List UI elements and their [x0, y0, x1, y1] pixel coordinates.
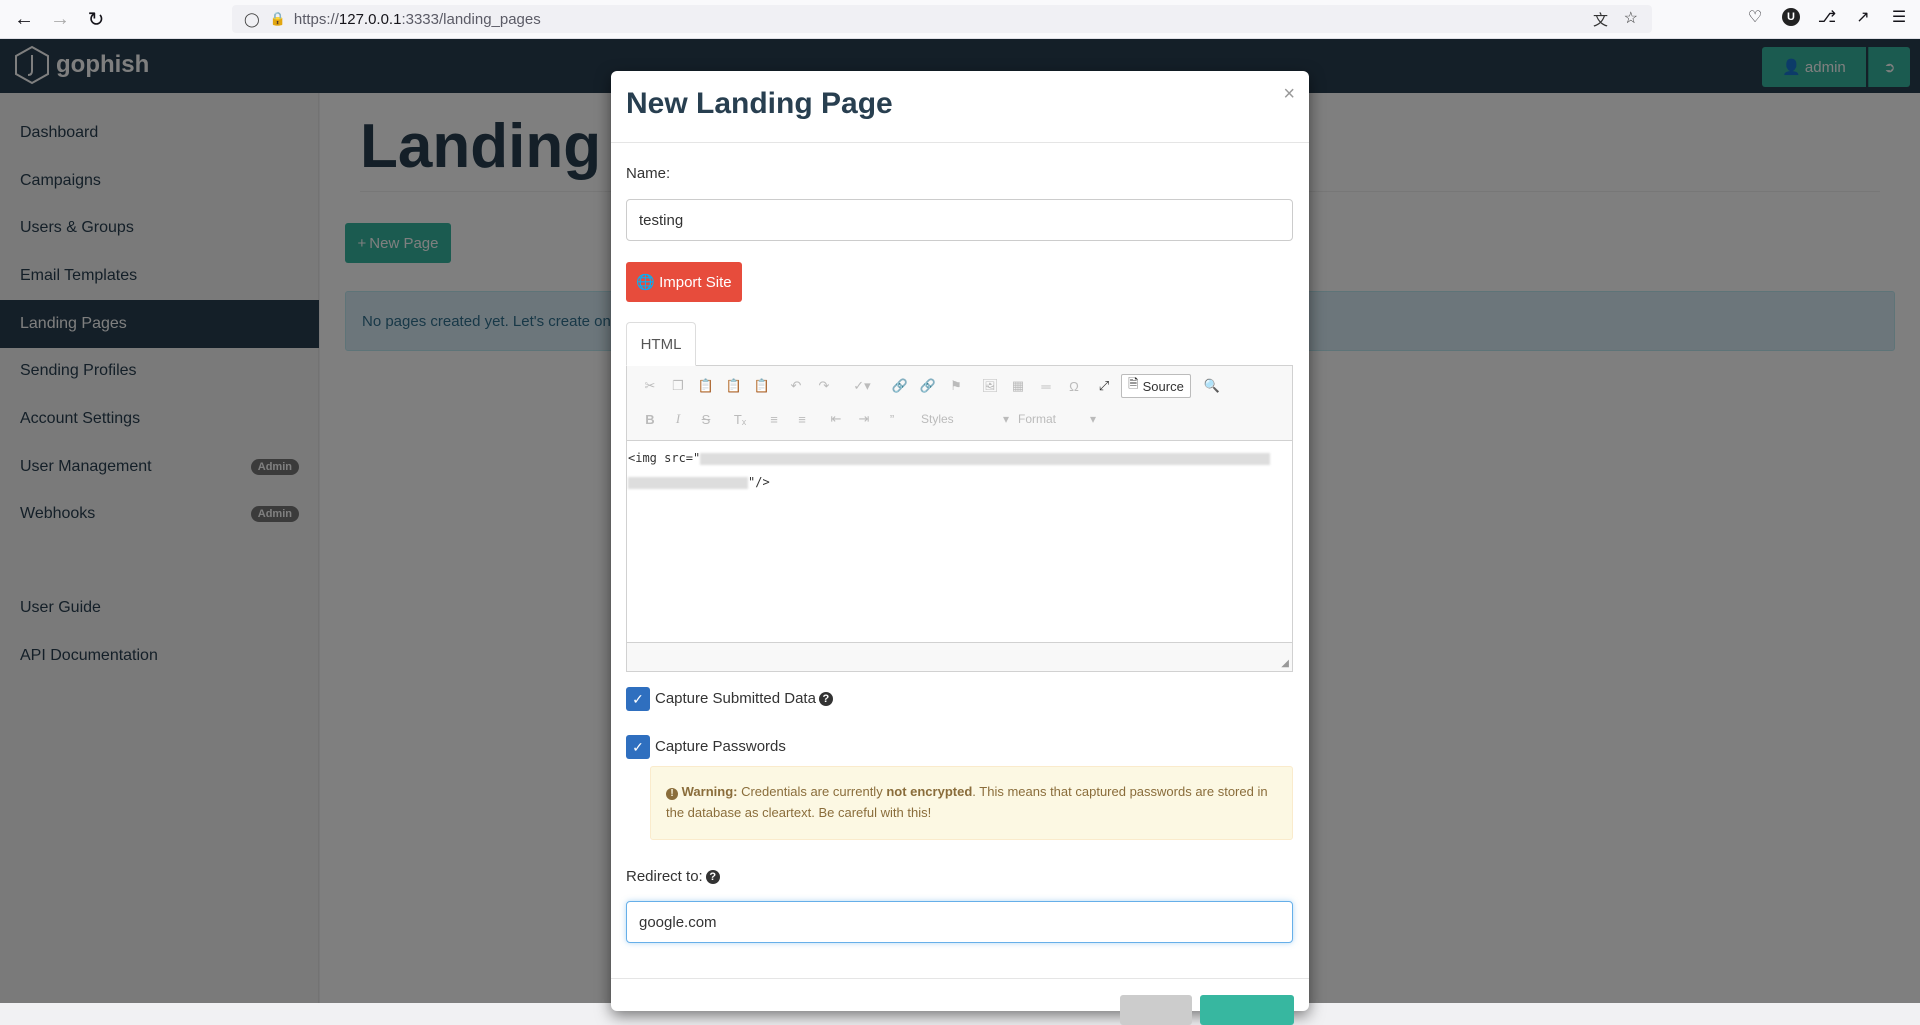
strike-icon[interactable]: S: [695, 408, 717, 430]
undo-icon[interactable]: ↶: [785, 375, 807, 397]
styles-dropdown[interactable]: Styles ▾: [921, 407, 1009, 431]
translate-icon[interactable]: 文: [1593, 9, 1608, 30]
browser-toolbar: ← → ↻ ◯ 🔒 https://127.0.0.1:3333/landing…: [0, 0, 1920, 39]
warning-text: Credentials are currently: [737, 784, 887, 799]
dropdown-arrow-icon: ▾: [1089, 412, 1096, 426]
modal-header: New Landing Page ×: [611, 71, 1309, 143]
back-icon[interactable]: ←: [6, 1, 42, 37]
capture-data-label: Capture Submitted Data?: [655, 690, 833, 707]
warning-alert: ! Warning: Credentials are currently not…: [650, 766, 1293, 840]
reload-icon[interactable]: ↻: [78, 1, 114, 37]
format-label: Format: [1018, 412, 1057, 426]
styles-label: Styles: [921, 412, 954, 426]
horizontal-line-icon[interactable]: ═: [1035, 375, 1057, 397]
numbered-list-icon[interactable]: ≡: [763, 408, 785, 430]
shield-icon: ◯: [244, 10, 260, 27]
preview-icon[interactable]: 🔍: [1201, 375, 1223, 397]
redirect-label: Redirect to:?: [626, 868, 720, 885]
document-icon: 🗎: [1128, 376, 1139, 391]
remove-format-icon[interactable]: Tₓ: [729, 408, 751, 430]
warning-strong: Warning:: [681, 784, 738, 799]
paste-text-icon[interactable]: 📋: [723, 375, 745, 397]
paste-word-icon[interactable]: 📋: [751, 375, 773, 397]
name-label: Name:: [626, 165, 671, 182]
anchor-flag-icon[interactable]: ⚑: [945, 375, 967, 397]
source-button[interactable]: 🗎 Source: [1121, 374, 1191, 398]
url-text: https://127.0.0.1:3333/landing_pages: [293, 10, 541, 28]
menu-icon[interactable]: ☰: [1888, 6, 1910, 28]
url-bar[interactable]: ◯ 🔒 https://127.0.0.1:3333/landing_pages…: [232, 5, 1652, 33]
editor-toolbar: ✂ ❐ 📋 📋 📋 ↶ ↷ ✓▾ 🔗 🔗 ⚑ 🖼 ▦ ═ Ω ⤢ 🗎 Source…: [627, 366, 1292, 441]
help-icon[interactable]: ?: [818, 692, 833, 707]
share-icon[interactable]: ↗: [1852, 6, 1874, 28]
close-icon[interactable]: ×: [1283, 83, 1295, 106]
extensions-icon[interactable]: ⎇: [1816, 6, 1838, 28]
italic-icon[interactable]: I: [667, 408, 689, 430]
format-dropdown[interactable]: Format ▾: [1018, 407, 1096, 431]
bookmark-star-icon[interactable]: ☆: [1624, 8, 1638, 28]
special-char-icon[interactable]: Ω: [1063, 375, 1085, 397]
help-icon[interactable]: ?: [705, 870, 720, 885]
unlink-icon[interactable]: 🔗: [917, 375, 939, 397]
capture-data-checkbox[interactable]: ✓: [626, 687, 650, 711]
modal-footer-divider: [611, 978, 1309, 979]
html-editor: ✂ ❐ 📋 📋 📋 ↶ ↷ ✓▾ 🔗 🔗 ⚑ 🖼 ▦ ═ Ω ⤢ 🗎 Source…: [626, 365, 1293, 672]
indent-icon[interactable]: ⇥: [853, 408, 875, 430]
import-site-button[interactable]: 🌐 Import Site: [626, 262, 742, 302]
code-end: "/>: [748, 475, 770, 489]
code-area[interactable]: <img src=" "/>: [627, 442, 1292, 642]
redacted-url: [628, 476, 748, 489]
pocket-icon[interactable]: ♡: [1744, 6, 1766, 28]
tab-html[interactable]: HTML: [626, 322, 696, 366]
bulleted-list-icon[interactable]: ≡: [791, 408, 813, 430]
dropdown-arrow-icon: ▾: [1002, 412, 1009, 426]
blockquote-icon[interactable]: ”: [881, 408, 903, 430]
extension-u-icon[interactable]: U: [1780, 6, 1802, 28]
table-icon[interactable]: ▦: [1007, 375, 1029, 397]
lock-icon: 🔒: [269, 11, 286, 26]
cancel-button[interactable]: [1120, 995, 1192, 1025]
cut-icon[interactable]: ✂: [639, 375, 661, 397]
capture-passwords-label: Capture Passwords: [655, 738, 786, 755]
bold-icon[interactable]: B: [639, 408, 661, 430]
redacted-url: [700, 452, 1271, 465]
save-page-button[interactable]: [1200, 995, 1294, 1025]
modal-title: New Landing Page: [626, 87, 893, 120]
resize-handle-icon[interactable]: ◢: [1281, 658, 1289, 669]
spellcheck-icon[interactable]: ✓▾: [847, 375, 877, 397]
editor-statusbar: ◢: [627, 642, 1292, 671]
redo-icon[interactable]: ↷: [813, 375, 835, 397]
name-input[interactable]: testing: [626, 199, 1293, 241]
image-icon[interactable]: 🖼: [979, 375, 1001, 397]
capture-passwords-checkbox[interactable]: ✓: [626, 735, 650, 759]
forward-icon[interactable]: →: [42, 1, 78, 37]
paste-icon[interactable]: 📋: [695, 375, 717, 397]
new-landing-page-modal: New Landing Page × Name: testing 🌐 Import…: [611, 71, 1309, 1025]
redirect-input[interactable]: google.com: [626, 901, 1293, 943]
maximize-icon[interactable]: ⤢: [1093, 375, 1115, 397]
exclamation-icon: !: [666, 788, 678, 800]
outdent-icon[interactable]: ⇤: [825, 408, 847, 430]
code-start: <img src=": [628, 451, 701, 465]
import-site-label: Import Site: [659, 273, 732, 291]
link-icon[interactable]: 🔗: [889, 375, 911, 397]
source-label: Source: [1142, 378, 1184, 394]
warning-bold: not encrypted: [886, 784, 973, 799]
globe-icon: 🌐: [636, 274, 656, 291]
copy-icon[interactable]: ❐: [667, 375, 689, 397]
